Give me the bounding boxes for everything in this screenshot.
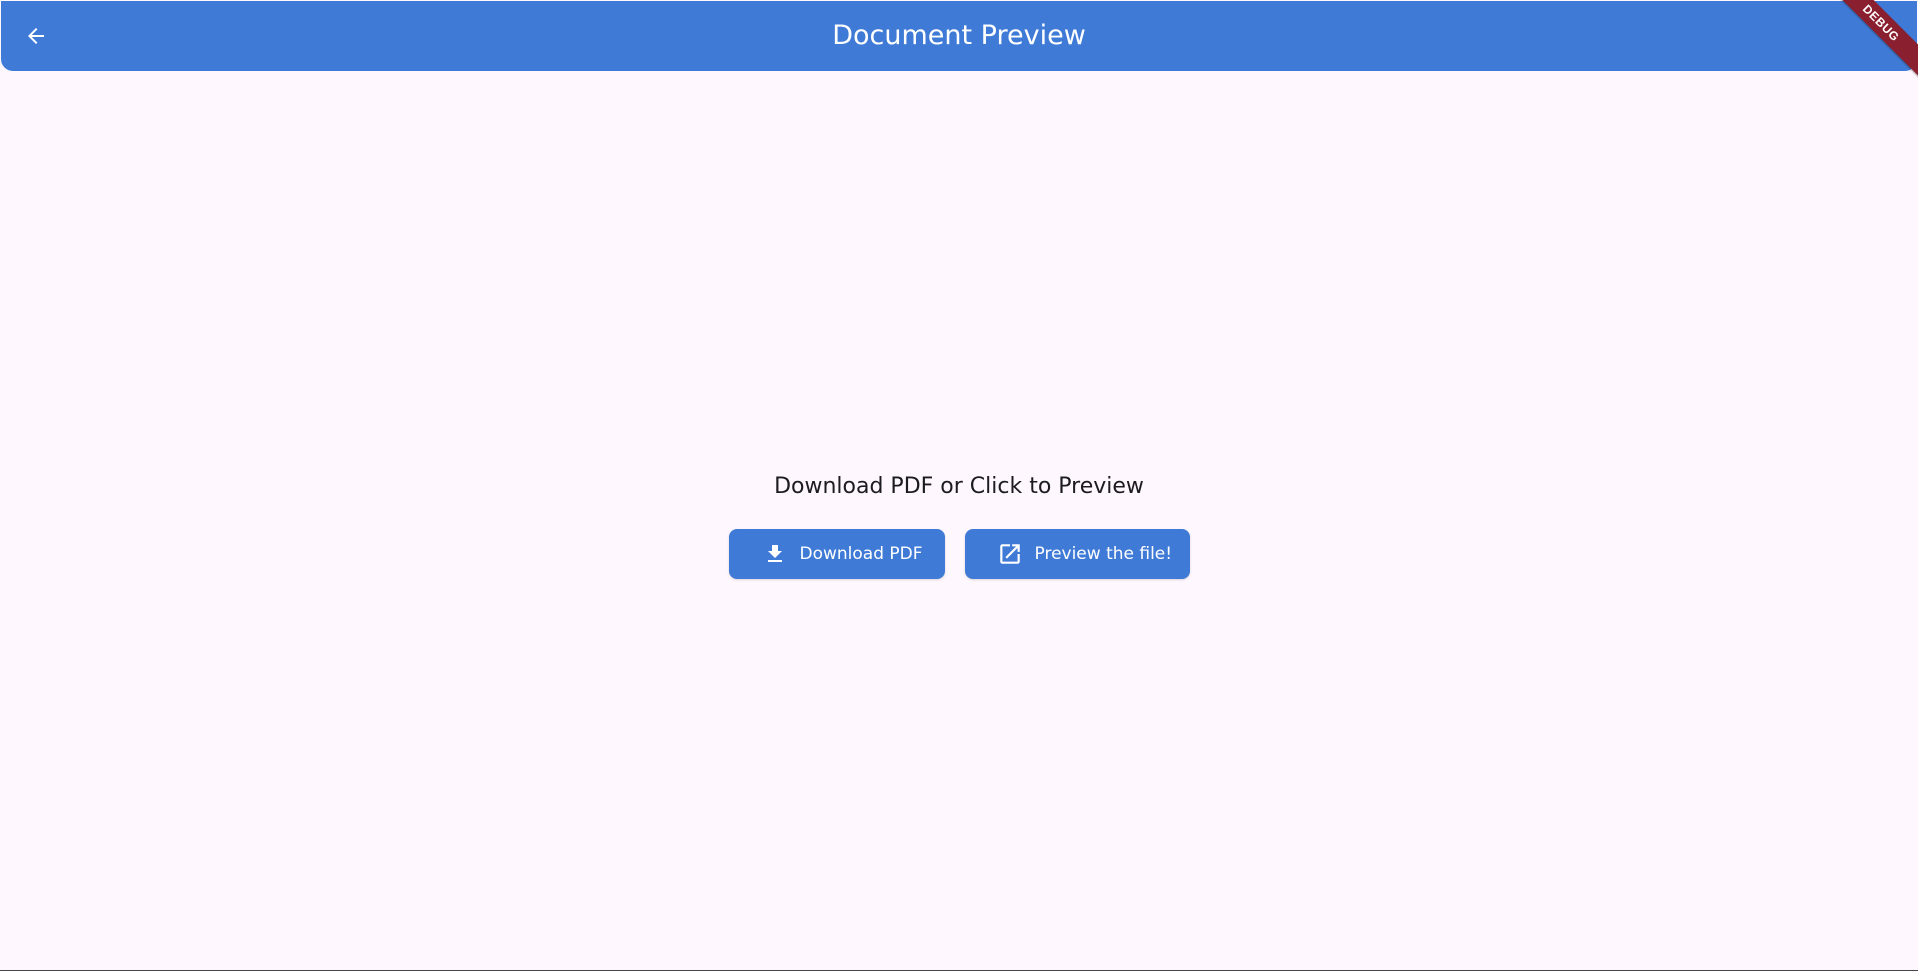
page-title: Document Preview xyxy=(832,20,1086,51)
open-in-new-icon xyxy=(997,541,1023,567)
app-window: Document Preview DEBUG Download PDF or C… xyxy=(0,0,1918,971)
arrow-back-icon xyxy=(28,28,44,44)
back-button[interactable] xyxy=(15,15,57,57)
main-content: Download PDF or Click to Preview Downloa… xyxy=(0,470,1918,579)
instruction-text: Download PDF or Click to Preview xyxy=(774,474,1144,499)
preview-file-button[interactable]: Preview the file! xyxy=(964,529,1190,579)
download-pdf-label: Download PDF xyxy=(799,544,923,564)
download-pdf-button[interactable]: Download PDF xyxy=(728,529,945,579)
download-icon xyxy=(762,541,788,567)
app-bar: Document Preview xyxy=(1,1,1917,71)
action-buttons: Download PDF Preview the file! xyxy=(728,529,1190,579)
preview-file-label: Preview the file! xyxy=(1034,544,1173,564)
